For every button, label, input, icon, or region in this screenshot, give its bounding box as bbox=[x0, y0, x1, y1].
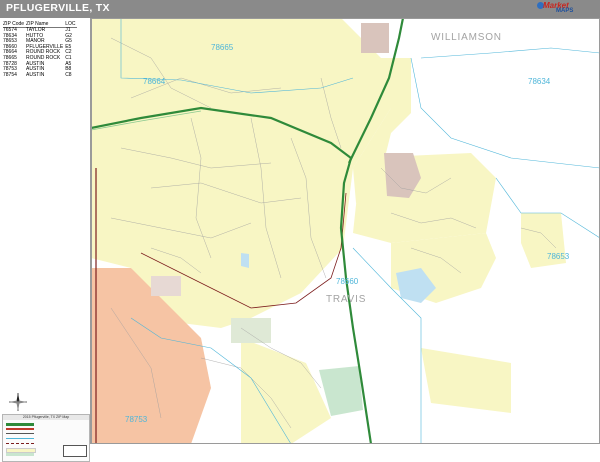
map-header: PFLUGERVILLE, TX Market MAPS bbox=[0, 0, 600, 19]
legend-county-line-swatch bbox=[6, 443, 34, 445]
pond bbox=[241, 253, 249, 268]
county-label-williamson: WILLIAMSON bbox=[431, 32, 502, 43]
legend-major-road-swatch bbox=[6, 428, 34, 430]
sidebar-panel: ZIP Code ZIP Name LOC 76574 TAYLOR J1 7863… bbox=[0, 18, 91, 462]
loc-cell: C8 bbox=[65, 71, 72, 78]
map-legend: 2015 Pflugerville, TX ZIP Map bbox=[2, 414, 90, 462]
commercial-block-north bbox=[361, 23, 389, 53]
residential-zone-north bbox=[231, 33, 321, 83]
map-canvas[interactable]: 78665 78664 78634 78653 78660 78753 WILL… bbox=[91, 18, 600, 444]
locator-inset bbox=[63, 445, 87, 457]
map-svg: 78665 78664 78634 78653 78660 78753 WILL… bbox=[91, 18, 600, 444]
legend-zip-boundary-swatch bbox=[6, 438, 34, 439]
zip-name-cell: AUSTIN bbox=[26, 71, 45, 78]
logo-text-bottom: MAPS bbox=[556, 8, 574, 14]
zip-code-table: ZIP Code ZIP Name LOC 76574 TAYLOR J1 7863… bbox=[3, 21, 78, 79]
legend-park-swatch bbox=[6, 453, 34, 456]
market-maps-logo: Market MAPS bbox=[537, 1, 583, 16]
zip-label: 78653 bbox=[547, 252, 570, 261]
zip-label: 78664 bbox=[143, 77, 166, 86]
zip-cell: 78754 bbox=[3, 71, 17, 78]
zip-label: 78660 bbox=[336, 277, 359, 286]
legend-road-swatch bbox=[6, 433, 34, 434]
residential-zone-pflugerville bbox=[353, 153, 496, 243]
zip-label: 78665 bbox=[211, 43, 234, 52]
zip-label: 78634 bbox=[528, 77, 551, 86]
map-title: PFLUGERVILLE, TX bbox=[6, 2, 110, 14]
zip-label: 78753 bbox=[125, 415, 148, 424]
legend-highway-swatch bbox=[6, 423, 34, 426]
county-label-travis: TRAVIS bbox=[326, 294, 366, 305]
commercial-block-west bbox=[151, 276, 181, 296]
park-area-small bbox=[231, 318, 271, 343]
legend-title: 2015 Pflugerville, TX ZIP Map bbox=[3, 415, 89, 420]
compass-icon bbox=[9, 393, 27, 411]
table-row: 78754 AUSTIN C8 bbox=[3, 71, 77, 79]
